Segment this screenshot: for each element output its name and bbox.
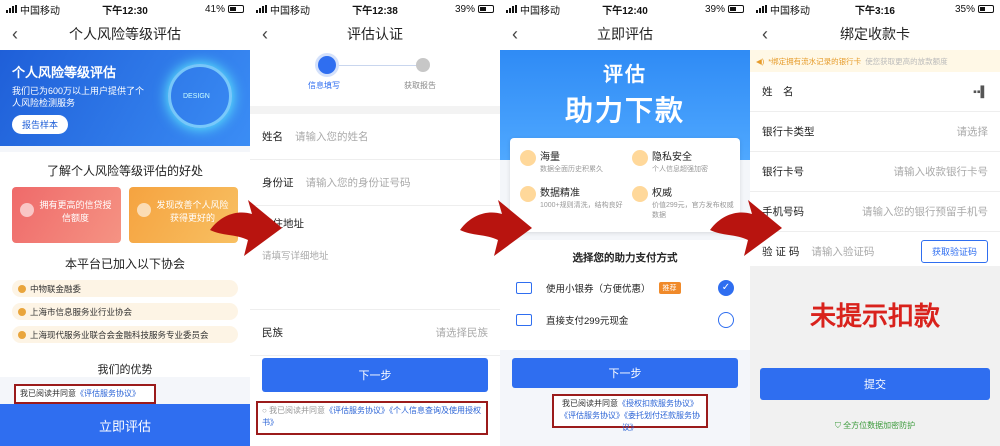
banner-desc: 我们已为600万以上用户提供了个人风险检测服务 — [12, 86, 145, 108]
step-active-icon — [318, 56, 336, 74]
id-input[interactable]: 请输入您的身份证号码 — [306, 175, 411, 190]
page-title: 立即评估 — [597, 26, 653, 42]
benefit-title: 了解个人风险等级评估的好处 — [46, 164, 203, 178]
assoc-list: 中物联金融委 上海市信息服务业行业协会 上海现代服务业联合会金融科技服务专业委员… — [0, 280, 250, 353]
card-number-input[interactable]: 请输入收款银行卡号 — [894, 164, 989, 179]
screen-bind-card: 中国移动 下午3:16 35% ‹ 绑定收款卡 ◀) *绑定拥有流水记录的银行卡使… — [750, 0, 1000, 446]
check-icon — [18, 284, 26, 293]
assoc-item: 中物联金融委 — [12, 280, 238, 297]
banner: 个人风险等级评估 我们已为600万以上用户提供了个人风险检测服务 报告样本 DE… — [0, 50, 250, 146]
step-2-label: 获取报告 — [404, 81, 436, 90]
battery-icon — [477, 5, 494, 13]
chart-icon — [520, 150, 536, 166]
next-button[interactable]: 下一步 — [512, 358, 738, 388]
step-inactive-icon — [416, 58, 430, 72]
recommend-badge: 推荐 — [658, 282, 681, 294]
warning-text: 未提示扣款 — [809, 301, 940, 331]
page-title: 评估认证 — [347, 26, 403, 42]
back-icon[interactable]: ‹ — [762, 24, 768, 45]
repay-agreement-link[interactable]: 《委托划付还款服务协议》 — [622, 411, 700, 432]
name-row: 姓 名 ▪▪▌ — [750, 72, 1000, 112]
service-agreement-link[interactable]: 《评估服务协议》 — [76, 389, 140, 398]
arrow-right-icon — [210, 200, 282, 256]
check-icon — [18, 307, 26, 316]
pay-option-cash[interactable]: 直接支付299元现金 — [516, 310, 734, 330]
name-row[interactable]: 姓名 请输入您的姓名 — [250, 114, 500, 160]
radio-unchecked-icon[interactable] — [718, 312, 734, 328]
agreement-box[interactable]: 我已阅读并同意《评估服务协议》 — [14, 384, 156, 404]
back-icon[interactable]: ‹ — [12, 24, 18, 45]
back-icon[interactable]: ‹ — [512, 24, 518, 45]
assoc-item: 上海市信息服务业行业协会 — [12, 303, 238, 320]
banner-line-1: 评估 — [603, 64, 647, 86]
check-icon — [18, 330, 26, 339]
feature-card: 海量 数据全面历史积累久 隐私安全 个人信息超强加密 数据精准 1000+规则清洗，结… — [510, 138, 740, 232]
submit-button[interactable]: 提交 — [760, 368, 990, 400]
service-agreement-link[interactable]: 《评估服务协议》 — [325, 406, 389, 415]
agreement-box[interactable]: 我已阅读并同意《授权扣款服务协议》《评估服务协议》《委托划付还款服务协议》 — [552, 394, 708, 432]
card-number-row[interactable]: 银行卡号 请输入收款银行卡号 — [750, 152, 1000, 192]
empty-area — [750, 266, 1000, 446]
screenshot-collage: 中国移动 下午12:30 41% ‹ 个人风险等级评估 个人风险等级评估 我们已… — [0, 0, 1000, 446]
step-indicator: 信息填写 获取报告 — [250, 50, 500, 106]
benefit-card-credit: 拥有更高的信贷授信额度 — [12, 187, 121, 243]
code-input[interactable]: 请输入验证码 — [811, 244, 874, 259]
battery-icon — [727, 5, 744, 13]
card-type-select[interactable]: 请选择 — [957, 124, 989, 139]
ethnic-select[interactable]: 请选择民族 — [436, 325, 489, 340]
get-code-button[interactable]: 获取验证码 — [920, 240, 988, 263]
battery-icon — [227, 5, 244, 13]
signal-icon — [256, 5, 267, 13]
speaker-icon: ◀) — [756, 56, 765, 66]
medal-icon — [632, 186, 648, 202]
nav-bar: ‹ 评估认证 — [250, 18, 500, 50]
status-bar: 中国移动 下午12:38 39% — [250, 0, 500, 18]
status-bar: 中国移动 下午12:40 39% — [500, 0, 750, 18]
user-icon — [20, 203, 34, 217]
banner-line-2: 助力下款 — [564, 95, 685, 126]
signal-icon — [506, 5, 517, 13]
assoc-item: 上海现代服务业联合会金融科技服务专业委员会 — [12, 326, 238, 343]
advantage-title: 我们的优势 — [97, 364, 153, 376]
service-agreement-link[interactable]: 《评估服务协议》 — [560, 411, 624, 420]
name-value: ▪▪▌ — [973, 85, 988, 98]
radio-checked-icon[interactable]: ✓ — [718, 280, 734, 296]
back-icon[interactable]: ‹ — [262, 24, 268, 45]
pay-option-coupon[interactable]: 使用小银券（方便优惠） 推荐 ✓ — [516, 278, 734, 298]
nav-bar: ‹ 绑定收款卡 — [750, 18, 1000, 50]
ethnic-row[interactable]: 民族 请选择民族 — [250, 310, 500, 356]
page-title: 绑定收款卡 — [840, 26, 910, 42]
page-title: 个人风险等级评估 — [69, 26, 181, 42]
step-1-label: 信息填写 — [308, 81, 340, 90]
phone-input[interactable]: 请输入您的银行预留手机号 — [862, 204, 988, 219]
debit-agreement-link[interactable]: 《授权扣款服务协议》 — [618, 399, 698, 408]
notice-bar: ◀) *绑定拥有流水记录的银行卡 使您获取更高的放款额度 — [750, 50, 1000, 72]
secure-note: ⛉ 全方位数据加密防护 — [834, 421, 916, 430]
agreement-box[interactable]: ○ 我已阅读并同意《评估服务协议》《个人信息查询及使用授权书》 — [256, 401, 488, 435]
shield-icon: ⛉ — [834, 421, 844, 430]
card-type-row[interactable]: 银行卡类型 请选择 — [750, 112, 1000, 152]
status-bar: 中国移动 下午12:30 41% — [0, 0, 250, 18]
next-button[interactable]: 下一步 — [262, 358, 488, 392]
checkbox-icon[interactable]: ○ — [262, 406, 269, 415]
phone-row[interactable]: 手机号码 请输入您的银行预留手机号 — [750, 192, 1000, 232]
status-bar: 中国移动 下午3:16 35% — [750, 0, 1000, 18]
signal-icon — [756, 5, 767, 13]
nav-bar: ‹ 个人风险等级评估 — [0, 18, 250, 50]
assess-now-button[interactable]: 立即评估 — [0, 404, 250, 446]
signal-icon — [6, 5, 17, 13]
design-orb-icon: DESIGN — [168, 64, 232, 128]
shield-icon — [632, 150, 648, 166]
arrow-right-icon — [710, 200, 782, 256]
money-icon — [137, 203, 151, 217]
battery-icon — [977, 5, 994, 13]
feature-item: 隐私安全 个人信息超强加密 — [628, 148, 738, 175]
name-input[interactable]: 请输入您的姓名 — [295, 129, 369, 144]
report-sample-button[interactable]: 报告样本 — [12, 115, 69, 134]
feature-item: 海量 数据全面历史积累久 — [516, 148, 626, 175]
wallet-icon — [516, 314, 532, 326]
coupon-icon — [516, 282, 532, 294]
arrow-right-icon — [460, 200, 532, 256]
nav-bar: ‹ 立即评估 — [500, 18, 750, 50]
